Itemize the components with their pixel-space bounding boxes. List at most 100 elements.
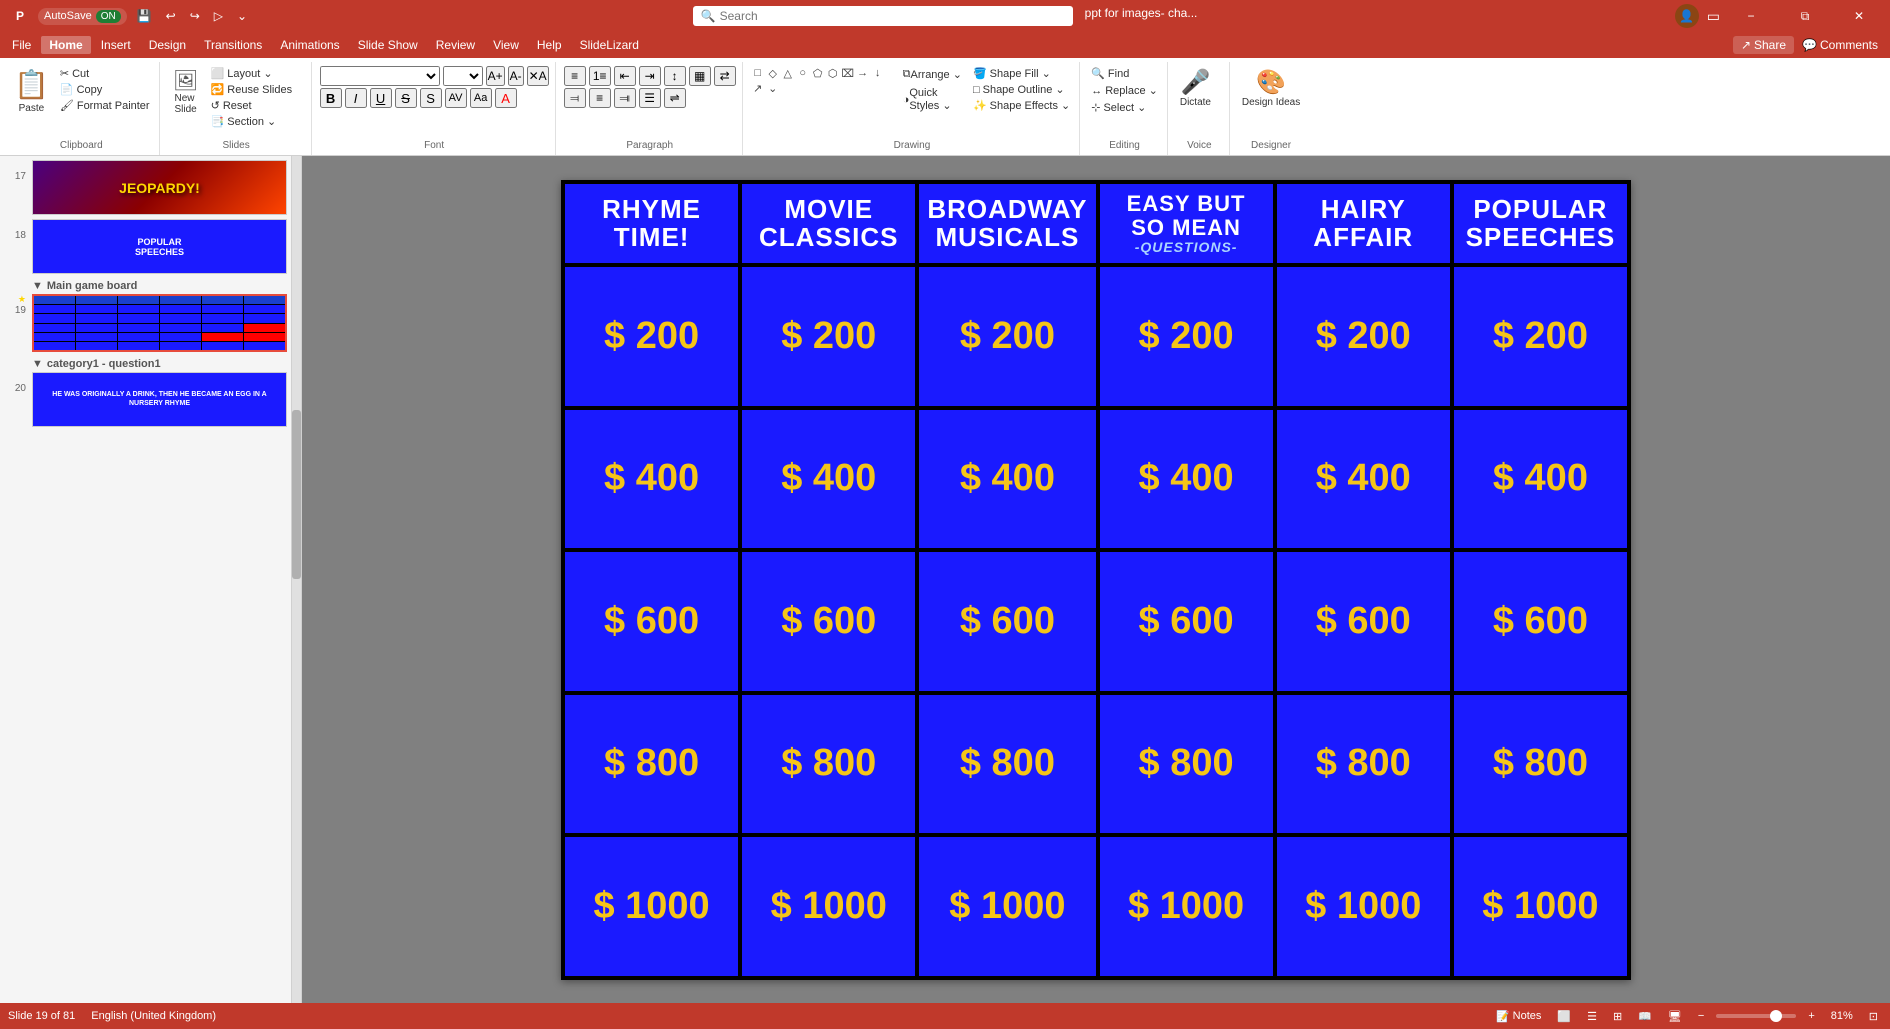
clear-format-button[interactable]: ✕A — [527, 66, 549, 86]
save-button[interactable]: 💾 — [133, 7, 156, 25]
layout-button[interactable]: ⬜ Layout ⌄ — [208, 66, 296, 81]
shape-icon-9[interactable]: ↓ — [871, 66, 885, 80]
slide-image-18[interactable]: POPULARSPEECHES — [32, 219, 287, 274]
cell-5-2[interactable]: $ 1000 — [742, 837, 915, 975]
font-name-select[interactable] — [320, 66, 440, 86]
cell-4-3[interactable]: $ 800 — [919, 695, 1095, 833]
view-presenter-button[interactable]: 🖥 — [1664, 1009, 1686, 1024]
cell-5-4[interactable]: $ 1000 — [1100, 837, 1273, 975]
cell-1-1[interactable]: $ 200 — [565, 267, 738, 405]
decrease-indent-button[interactable]: ⇤ — [614, 66, 636, 86]
cell-5-3[interactable]: $ 1000 — [919, 837, 1095, 975]
profile-avatar[interactable]: 👤 — [1675, 4, 1699, 28]
center-button[interactable]: ≡ — [589, 88, 611, 108]
font-size-increase-button[interactable]: A+ — [486, 66, 505, 86]
slide-image-20[interactable]: HE WAS ORIGINALLY A DRINK, THEN HE BECAM… — [32, 372, 287, 427]
section-button[interactable]: 📑 Section ⌄ — [208, 114, 296, 129]
shape-icon-7[interactable]: ⌧ — [841, 66, 855, 80]
share-button[interactable]: ↗ Share — [1733, 36, 1794, 54]
increase-indent-button[interactable]: ⇥ — [639, 66, 661, 86]
customize-button[interactable]: ⌄ — [233, 7, 251, 25]
strikethrough-button[interactable]: S — [395, 88, 417, 108]
numbering-button[interactable]: 1≡ — [589, 66, 611, 86]
find-button[interactable]: 🔍 Find — [1088, 66, 1132, 81]
view-normal-button[interactable]: ⬜ — [1553, 1009, 1575, 1024]
slide-thumb-19[interactable]: ★ 19 — [4, 294, 287, 352]
shape-icon-8[interactable]: → — [856, 66, 870, 80]
replace-button[interactable]: ↔ Replace ⌄ — [1088, 83, 1161, 98]
font-color-button[interactable]: A — [495, 88, 517, 108]
search-bar[interactable]: 🔍 — [693, 6, 1073, 26]
bold-button[interactable]: B — [320, 88, 342, 108]
design-ideas-button[interactable]: 🎨 Design Ideas — [1238, 66, 1304, 110]
search-input[interactable] — [720, 9, 1065, 23]
menu-file[interactable]: File — [4, 36, 39, 54]
view-outline-button[interactable]: ☰ — [1583, 1009, 1601, 1024]
view-reading-button[interactable]: 📖 — [1634, 1009, 1656, 1024]
zoom-increase-button[interactable]: + — [1804, 1009, 1818, 1023]
cell-3-4[interactable]: $ 600 — [1100, 552, 1273, 690]
italic-button[interactable]: I — [345, 88, 367, 108]
view-slide-sorter-button[interactable]: ⊞ — [1609, 1009, 1626, 1024]
language-button[interactable]: English (United Kingdom) — [87, 1009, 220, 1023]
menu-help[interactable]: Help — [529, 36, 570, 54]
shape-icon-2[interactable]: ◇ — [766, 66, 780, 80]
cell-2-4[interactable]: $ 400 — [1100, 410, 1273, 548]
zoom-level[interactable]: 81% — [1827, 1009, 1857, 1023]
underline-button[interactable]: U — [370, 88, 392, 108]
menu-animations[interactable]: Animations — [272, 36, 347, 54]
slide-panel-scrollbar[interactable] — [292, 156, 302, 1003]
cell-3-5[interactable]: $ 600 — [1277, 552, 1450, 690]
comments-button[interactable]: 💬 Comments — [1802, 38, 1878, 52]
cell-5-5[interactable]: $ 1000 — [1277, 837, 1450, 975]
cell-2-6[interactable]: $ 400 — [1454, 410, 1627, 548]
menu-transitions[interactable]: Transitions — [196, 36, 270, 54]
cell-5-6[interactable]: $ 1000 — [1454, 837, 1627, 975]
spacing-button[interactable]: AV — [445, 88, 467, 108]
justify-button[interactable]: ☰ — [639, 88, 661, 108]
reset-button[interactable]: ↺ Reset — [208, 98, 296, 113]
new-slide-button[interactable]: 🖼 NewSlide — [168, 66, 204, 117]
redo-button[interactable]: ↪ — [186, 7, 204, 25]
cell-3-6[interactable]: $ 600 — [1454, 552, 1627, 690]
text-direction-button[interactable]: ⇄ — [714, 66, 736, 86]
cell-1-4[interactable]: $ 200 — [1100, 267, 1273, 405]
cell-5-1[interactable]: $ 1000 — [565, 837, 738, 975]
menu-design[interactable]: Design — [141, 36, 194, 54]
slide-image-19[interactable] — [32, 294, 287, 352]
cell-4-6[interactable]: $ 800 — [1454, 695, 1627, 833]
bullets-button[interactable]: ≡ — [564, 66, 586, 86]
arrange-button[interactable]: ⧉ Arrange ⌄ — [899, 66, 966, 83]
minimize-button[interactable]: − — [1728, 0, 1774, 32]
cell-3-3[interactable]: $ 600 — [919, 552, 1095, 690]
copy-button[interactable]: 📄 Copy — [57, 82, 153, 97]
cell-1-3[interactable]: $ 200 — [919, 267, 1095, 405]
slide-panel[interactable]: ★ 17 JEOPARDY! ★ 18 POPULARSPEECHES ▼ Ma… — [0, 156, 292, 1003]
shape-outline-button[interactable]: □ Shape Outline ⌄ — [970, 82, 1073, 97]
notes-button[interactable]: 📝 Notes — [1492, 1009, 1545, 1024]
shape-expand[interactable]: ⌄ — [766, 81, 780, 95]
undo-button[interactable]: ↩ — [162, 7, 180, 25]
section-collapse-icon[interactable]: ▼ — [32, 280, 43, 292]
dictate-button[interactable]: 🎤 Dictate — [1176, 66, 1215, 110]
slide-image-17[interactable]: JEOPARDY! — [32, 160, 287, 215]
autosave-toggle[interactable]: AutoSave ON — [38, 8, 127, 25]
smartart-button[interactable]: ⇌ — [664, 88, 686, 108]
align-left-button[interactable]: ⫤ — [564, 88, 586, 108]
shape-icon-3[interactable]: △ — [781, 66, 795, 80]
cell-4-2[interactable]: $ 800 — [742, 695, 915, 833]
menu-slidelizard[interactable]: SlideLizard — [572, 36, 647, 54]
cut-button[interactable]: ✂ Cut — [57, 66, 153, 81]
menu-home[interactable]: Home — [41, 36, 90, 54]
zoom-decrease-button[interactable]: − — [1694, 1009, 1708, 1023]
slide-thumb-18[interactable]: ★ 18 POPULARSPEECHES — [4, 219, 287, 274]
shape-icon-6[interactable]: ⬡ — [826, 66, 840, 80]
slide-thumb-17[interactable]: ★ 17 JEOPARDY! — [4, 160, 287, 215]
align-right-button[interactable]: ⫥ — [614, 88, 636, 108]
cell-3-2[interactable]: $ 600 — [742, 552, 915, 690]
columns-button[interactable]: ▦ — [689, 66, 711, 86]
font-size-decrease-button[interactable]: A- — [508, 66, 524, 86]
quick-styles-button[interactable]: ◑ QuickStyles ⌄ — [899, 85, 966, 114]
cell-1-2[interactable]: $ 200 — [742, 267, 915, 405]
shape-icon-1[interactable]: □ — [751, 66, 765, 80]
